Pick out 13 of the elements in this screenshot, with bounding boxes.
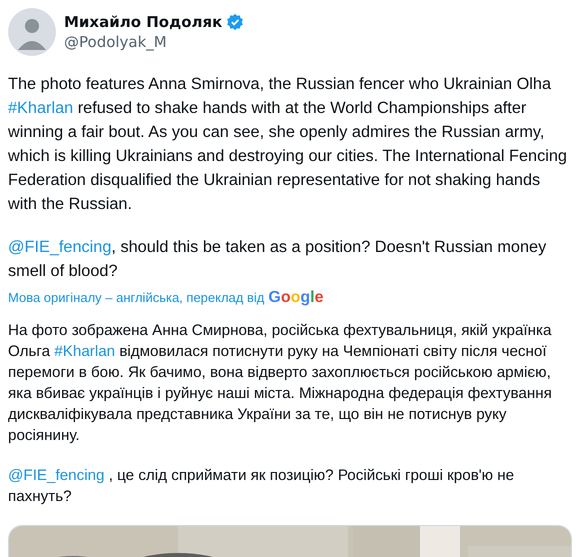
avatar[interactable] bbox=[8, 8, 56, 56]
author-handle[interactable]: @Podolyak_M bbox=[64, 33, 244, 51]
translated-text: На фото зображена Анна Смирнова, російська фехтувальниця, якій українка Ольга #Kharlan відмовилася потиснути руку на Чемпіонаті світу після чесної перемоги в бою. Як бачимо, вона відверто захоплюється російською армією, яка вбиває українців і руйнує наші міста. Міжнародна федерація фехтування дискваліфікувала представника України за те, що він не потиснув руку росіянину. bbox=[8, 321, 553, 446]
tweet-link[interactable]: @FIE_fencing bbox=[8, 238, 112, 256]
translator-logo: Google bbox=[268, 289, 324, 307]
translation-note[interactable]: Мова оригіналу – англійська, переклад від bbox=[8, 290, 264, 305]
tweet-text: The photo features Anna Smirnova, the Russian fencer who Ukrainian Olha #Kharlan refused to shake hands with at the World Championships after winning a fair bout. As you can see, she openly admires the Russian army, which is killing Ukrainians and destroying our cities. The International Fencing Federation disqualified the Ukrainian representative for not shaking hands with the Russian. bbox=[8, 74, 568, 215]
translated-text: @FIE_fencing , це слід сприймати як позицію? Російські гроші кров'ю не пахнуть? bbox=[8, 466, 516, 507]
author-name[interactable]: Михайло Подоляк bbox=[64, 13, 222, 31]
tweet-link[interactable]: #Kharlan bbox=[8, 99, 74, 117]
tweet-text: @FIE_fencing, should this be taken as a position? Doesn't Russian money smell of blood? bbox=[8, 237, 548, 282]
tweet-link[interactable]: #Kharlan bbox=[54, 343, 116, 360]
tweet-link[interactable]: @FIE_fencing bbox=[8, 467, 104, 484]
